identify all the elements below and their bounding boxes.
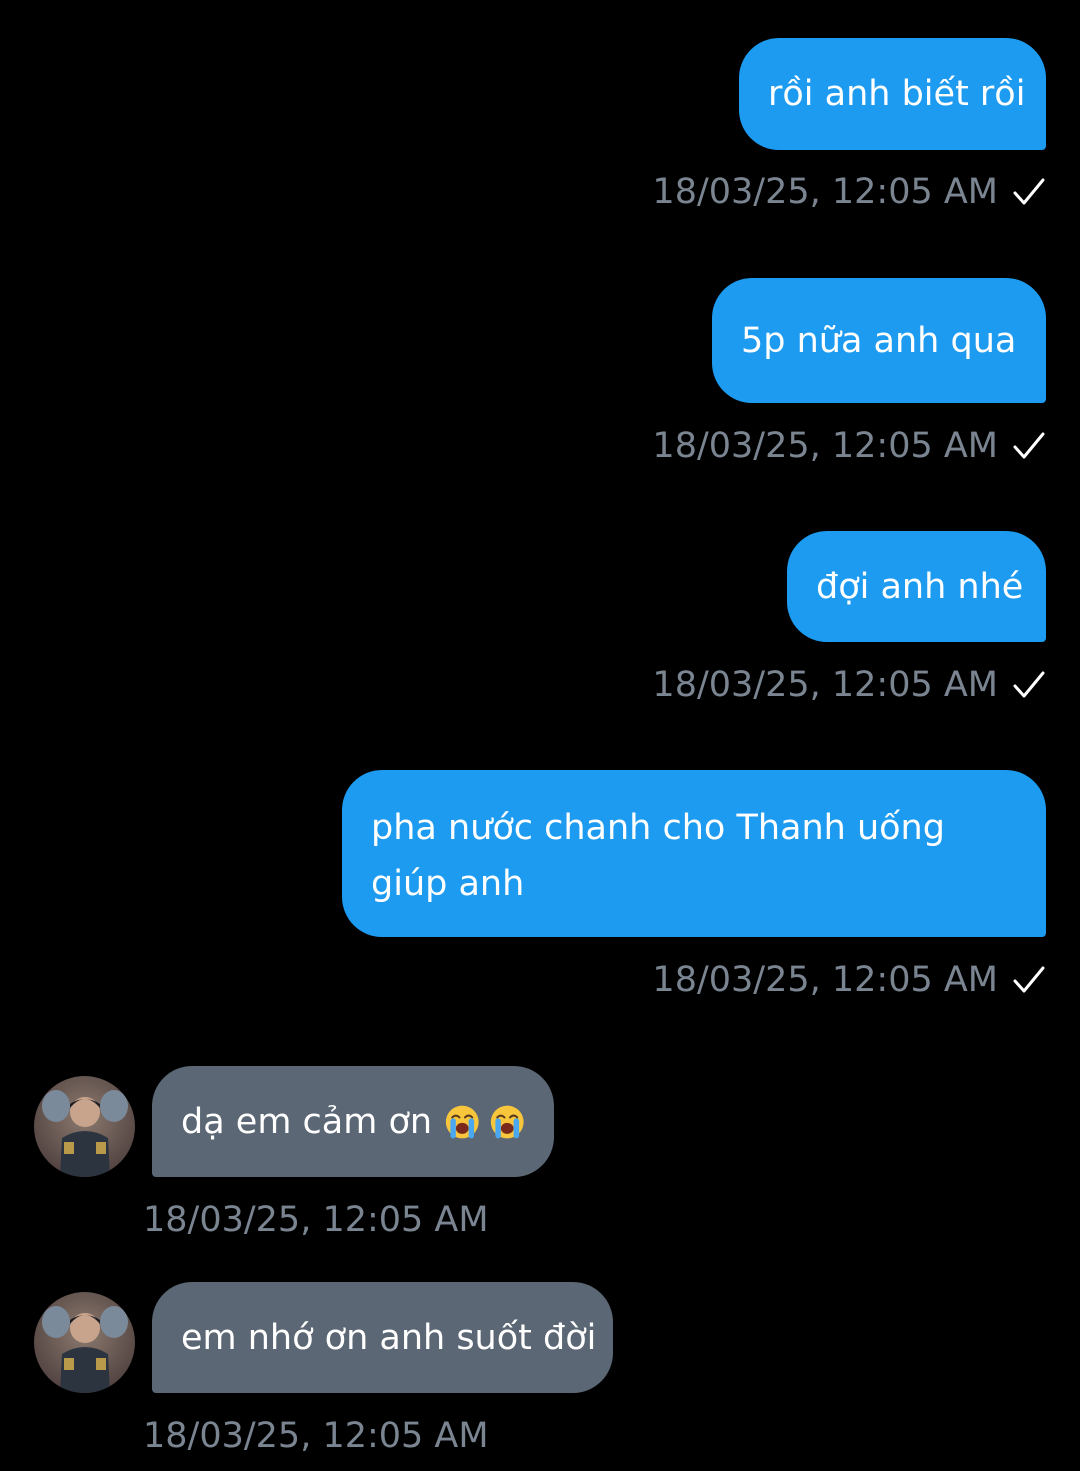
message-timestamp: 18/03/25, 12:05 AM	[143, 1200, 489, 1240]
check-icon	[1013, 671, 1045, 698]
loudly-crying-face-emoji-icon	[490, 1105, 524, 1138]
message-timestamp: 18/03/25, 12:05 AM	[652, 665, 998, 705]
message-meta: 18/03/25, 12:05 AM	[652, 170, 1046, 214]
avatar[interactable]	[34, 1076, 135, 1177]
message-timestamp: 18/03/25, 12:05 AM	[652, 960, 998, 1000]
message-meta: 18/03/25, 12:05 AM	[143, 1198, 489, 1242]
outgoing-message-bubble[interactable]: pha nước chanh cho Thanh uống giúp anh	[342, 770, 1046, 937]
outgoing-message-bubble[interactable]: rồi anh biết rồi	[739, 38, 1046, 150]
message-text: 5p nữa anh qua	[741, 320, 1017, 361]
message-text: em nhớ ơn anh suốt đời	[181, 1317, 597, 1358]
message-meta: 18/03/25, 12:05 AM	[652, 663, 1046, 707]
check-icon	[1013, 178, 1045, 205]
incoming-message-bubble[interactable]: dạ em cảm ơn	[152, 1066, 554, 1177]
avatar-image	[34, 1076, 135, 1177]
message-text: dạ em cảm ơn	[181, 1101, 433, 1142]
message-meta: 18/03/25, 12:05 AM	[143, 1414, 489, 1458]
message-meta: 18/03/25, 12:05 AM	[652, 424, 1046, 468]
chat-thread: rồi anh biết rồi 18/03/25, 12:05 AM 5p n…	[0, 0, 1080, 1471]
loudly-crying-face-emoji-icon	[445, 1105, 479, 1138]
message-timestamp: 18/03/25, 12:05 AM	[143, 1416, 489, 1456]
incoming-message-bubble[interactable]: em nhớ ơn anh suốt đời	[152, 1282, 613, 1393]
message-text: đợi anh nhé	[816, 566, 1024, 607]
message-text: pha nước chanh cho Thanh uống giúp anh	[371, 808, 945, 904]
avatar[interactable]	[34, 1292, 135, 1393]
check-icon	[1013, 966, 1045, 993]
message-text: rồi anh biết rồi	[768, 74, 1026, 114]
message-timestamp: 18/03/25, 12:05 AM	[652, 172, 998, 212]
check-icon	[1013, 432, 1045, 459]
message-timestamp: 18/03/25, 12:05 AM	[652, 426, 998, 466]
message-meta: 18/03/25, 12:05 AM	[652, 958, 1046, 1002]
avatar-image	[34, 1292, 135, 1393]
outgoing-message-bubble[interactable]: đợi anh nhé	[787, 531, 1046, 642]
outgoing-message-bubble[interactable]: 5p nữa anh qua	[712, 278, 1046, 403]
